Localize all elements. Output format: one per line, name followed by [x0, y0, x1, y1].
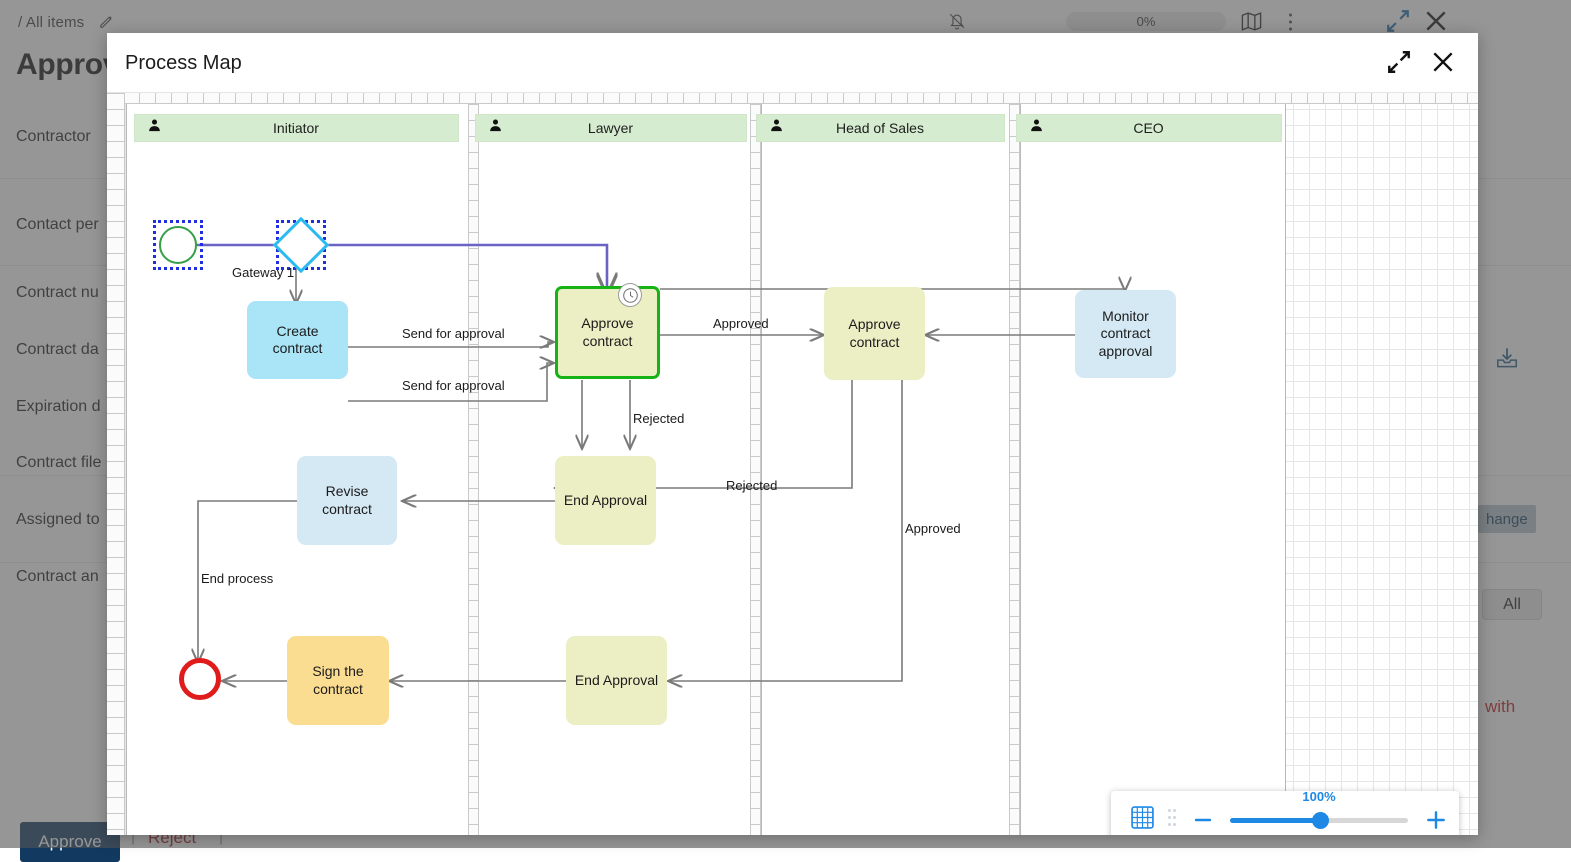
- node-approve-contract-head-of-sales[interactable]: Approve contract: [824, 287, 925, 380]
- node-label: Revise contract: [301, 483, 393, 518]
- edge-label-rejected-1: Rejected: [633, 411, 684, 426]
- node-monitor-contract-approval[interactable]: Monitor contract approval: [1075, 290, 1176, 378]
- lane-ceo[interactable]: [1020, 104, 1287, 835]
- person-icon: [1029, 118, 1044, 138]
- lane-header-head-of-sales[interactable]: Head of Sales: [756, 114, 1005, 142]
- lane-divider-3[interactable]: [1009, 104, 1020, 835]
- person-icon: [488, 118, 503, 138]
- lane-name: Head of Sales: [784, 120, 976, 136]
- lane-name: Lawyer: [503, 120, 718, 136]
- timer-clock-icon[interactable]: [618, 283, 642, 307]
- node-label: Sign the contract: [291, 663, 385, 698]
- edge-label-rejected-2: Rejected: [726, 478, 777, 493]
- process-map-modal: Process Map Initiator: [107, 33, 1478, 835]
- lane-header-lawyer[interactable]: Lawyer: [475, 114, 747, 142]
- edge-label-approved-2: Approved: [905, 521, 961, 536]
- lane-name: Initiator: [162, 120, 430, 136]
- ruler-horizontal: [107, 93, 1478, 104]
- modal-title: Process Map: [125, 52, 242, 75]
- node-sign-the-contract[interactable]: Sign the contract: [287, 636, 389, 725]
- modal-header: Process Map: [107, 33, 1478, 93]
- edge-label-approved-1: Approved: [713, 316, 769, 331]
- person-icon: [147, 118, 162, 138]
- diagram-canvas[interactable]: Initiator Lawyer Head of Sales CEO: [107, 93, 1478, 835]
- zoom-slider-fill: [1230, 818, 1320, 823]
- lane-name: CEO: [1044, 120, 1253, 136]
- end-event-node[interactable]: [179, 658, 221, 700]
- lane-head-of-sales[interactable]: [761, 104, 1021, 835]
- node-create-contract[interactable]: Create contract: [247, 301, 348, 379]
- node-label: Approve contract: [828, 316, 921, 351]
- node-approve-contract-lawyer[interactable]: Approve contract: [555, 286, 660, 379]
- edge-label-send-for-approval-1: Send for approval: [402, 326, 505, 341]
- expand-arrows-icon[interactable]: [1386, 49, 1412, 80]
- zoom-slider[interactable]: 100%: [1230, 805, 1408, 835]
- node-revise-contract[interactable]: Revise contract: [297, 456, 397, 545]
- node-end-approval-bottom[interactable]: End Approval: [566, 636, 667, 725]
- close-icon[interactable]: [1430, 49, 1456, 80]
- node-label: Approve contract: [562, 315, 653, 350]
- node-label: End Approval: [575, 672, 658, 690]
- lane-header-initiator[interactable]: Initiator: [134, 114, 459, 142]
- zoom-slider-thumb[interactable]: [1312, 812, 1329, 829]
- drag-handle-icon[interactable]: [1168, 809, 1176, 831]
- zoom-in-button[interactable]: [1424, 808, 1448, 832]
- node-label: End Approval: [564, 492, 647, 510]
- lane-header-ceo[interactable]: CEO: [1016, 114, 1282, 142]
- node-label: Create contract: [251, 323, 344, 358]
- gateway-1-label: Gateway 1: [232, 265, 294, 280]
- lane-divider-1[interactable]: [468, 104, 479, 835]
- person-icon: [769, 118, 784, 138]
- zoom-level-value: 100%: [1302, 789, 1335, 804]
- ruler-vertical: [107, 93, 125, 835]
- edge-label-end-process: End process: [201, 571, 273, 586]
- edge-label-send-for-approval-2: Send for approval: [402, 378, 505, 393]
- lane-divider-2[interactable]: [750, 104, 761, 835]
- zoom-out-button[interactable]: [1192, 809, 1214, 831]
- grid-icon[interactable]: [1130, 805, 1155, 835]
- start-event-node[interactable]: [159, 226, 197, 264]
- zoom-control-panel[interactable]: 100%: [1111, 791, 1459, 835]
- node-end-approval-lawyer[interactable]: End Approval: [555, 456, 656, 545]
- node-label: Monitor contract approval: [1079, 308, 1172, 361]
